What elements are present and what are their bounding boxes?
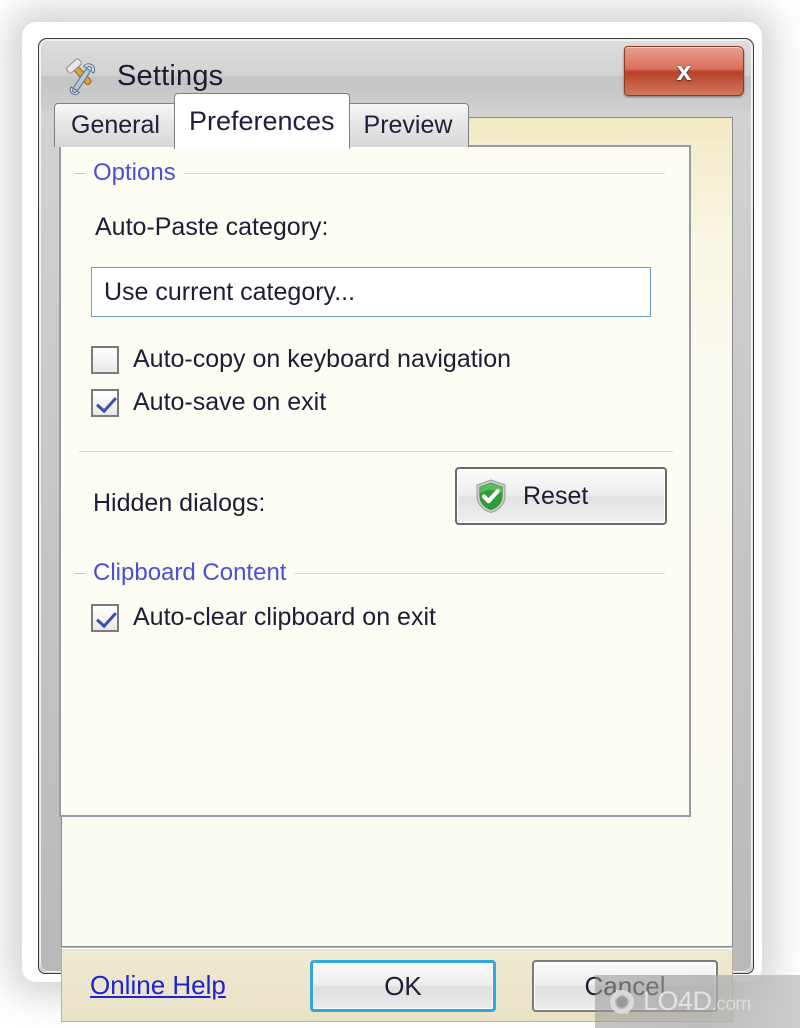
options-group-label: Options — [93, 159, 176, 186]
page-root: Settings x General Preferences Preview O… — [0, 0, 800, 1028]
wrench-hammer-icon — [63, 56, 103, 96]
clipboard-content-group: Clipboard Content Auto-clear clipboard o… — [61, 559, 689, 632]
tab-preferences[interactable]: Preferences — [173, 93, 350, 149]
options-group-rule — [183, 172, 665, 174]
watermark-suffix: .com — [711, 994, 752, 1015]
close-icon: x — [676, 55, 692, 86]
clipboard-group-label: Clipboard Content — [93, 559, 287, 586]
options-group: Options Auto-Paste category: Use current… — [61, 159, 689, 525]
tab-page-preferences: Options Auto-Paste category: Use current… — [59, 145, 691, 817]
settings-window: Settings x General Preferences Preview O… — [38, 38, 754, 1022]
options-divider — [79, 451, 673, 452]
auto-save-label: Auto-save on exit — [133, 388, 327, 416]
auto-paste-category-value: Use current category... — [104, 277, 356, 306]
auto-save-checkbox[interactable] — [91, 388, 119, 417]
tab-general-label: General — [71, 111, 160, 139]
group-dash-left — [75, 172, 85, 174]
reset-button-label: Reset — [523, 481, 589, 510]
checkbox-row-auto-clear[interactable]: Auto-clear clipboard on exit — [91, 603, 689, 632]
close-button[interactable]: x — [624, 46, 744, 96]
hidden-dialogs-row: Hidden dialogs: Reset — [61, 467, 689, 525]
ok-button-label: OK — [384, 970, 422, 1001]
auto-copy-checkbox[interactable] — [91, 345, 119, 374]
auto-paste-category-label: Auto-Paste category: — [95, 213, 329, 241]
tab-preview[interactable]: Preview — [346, 103, 470, 147]
tab-preferences-label: Preferences — [188, 106, 335, 136]
tab-preview-label: Preview — [363, 111, 453, 139]
clipboard-group-header: Clipboard Content — [61, 559, 689, 587]
reset-button[interactable]: Reset — [455, 467, 667, 525]
group-dash-left-clipboard — [75, 572, 85, 574]
window-title: Settings — [117, 59, 224, 92]
checkbox-row-auto-save[interactable]: Auto-save on exit — [91, 388, 689, 417]
online-help-link[interactable]: Online Help — [90, 970, 226, 1001]
watermark-brand: LO4D — [643, 986, 712, 1016]
auto-clear-clipboard-checkbox[interactable] — [91, 603, 119, 632]
auto-copy-label: Auto-copy on keyboard navigation — [133, 345, 512, 373]
auto-paste-category-input[interactable]: Use current category... — [91, 267, 651, 317]
options-group-header: Options — [61, 159, 689, 187]
tab-strip: General Preferences Preview — [54, 93, 470, 149]
circular-arrows-icon — [607, 987, 637, 1017]
lo4d-watermark: LO4D.com — [595, 975, 800, 1028]
green-shield-check-icon — [473, 478, 509, 514]
hidden-dialogs-label: Hidden dialogs: — [93, 489, 266, 517]
auto-clear-clipboard-label: Auto-clear clipboard on exit — [133, 603, 436, 631]
ok-button[interactable]: OK — [310, 960, 496, 1012]
clipboard-group-rule — [294, 572, 665, 574]
checkbox-row-auto-copy[interactable]: Auto-copy on keyboard navigation — [91, 345, 689, 374]
watermark-text: LO4D.com — [643, 986, 751, 1017]
tab-general[interactable]: General — [54, 103, 177, 147]
